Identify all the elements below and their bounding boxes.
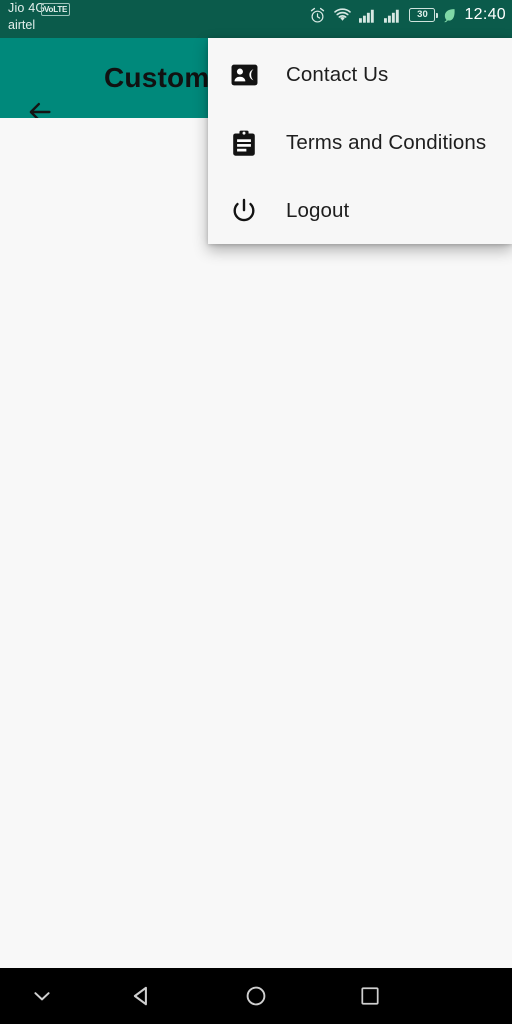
nav-home-button[interactable] <box>228 968 284 1024</box>
menu-item-label: Logout <box>286 199 350 222</box>
circle-icon <box>246 986 266 1006</box>
menu-item-label: Contact Us <box>286 63 389 86</box>
clipboard-assignment-icon <box>229 128 259 158</box>
menu-item-logout[interactable]: Logout <box>208 177 512 245</box>
signal-bars-icon <box>359 9 375 23</box>
phone-screen: Jio 4G VoLTE airtel 30 12:40 Custom Cont… <box>0 0 512 1024</box>
power-icon <box>229 196 259 226</box>
content-area <box>0 118 512 968</box>
alarm-clock-icon <box>311 7 325 23</box>
page-title: Custom <box>104 62 210 93</box>
status-bar-icons: 30 12:40 <box>309 0 506 30</box>
nav-back-button[interactable] <box>114 968 170 1024</box>
nav-recents-button[interactable] <box>342 968 398 1024</box>
square-icon <box>361 987 379 1005</box>
menu-item-label: Terms and Conditions <box>286 131 487 154</box>
wifi-icon <box>334 8 352 21</box>
overflow-menu: Contact Us Terms and Conditions Logout <box>208 38 512 244</box>
leaf-power-saving-icon <box>444 8 456 22</box>
chevron-down-icon <box>34 992 50 1001</box>
carrier-secondary-label: airtel <box>8 18 36 32</box>
clock-label: 12:40 <box>464 6 506 23</box>
menu-item-contact-us[interactable]: Contact Us <box>208 41 512 109</box>
status-bar: Jio 4G VoLTE airtel 30 12:40 <box>0 0 512 38</box>
carrier-primary-label: Jio 4G <box>8 1 46 15</box>
battery-icon: 30 <box>409 8 439 22</box>
contact-phone-icon <box>229 60 259 90</box>
menu-item-terms-and-conditions[interactable]: Terms and Conditions <box>208 109 512 177</box>
battery-level-label: 30 <box>417 9 428 21</box>
triangle-left-icon <box>133 986 147 1006</box>
hide-navbar-button[interactable] <box>14 968 70 1024</box>
signal-bars-icon <box>384 9 400 23</box>
volte-badge: VoLTE <box>41 3 71 16</box>
navigation-bar <box>0 968 512 1024</box>
